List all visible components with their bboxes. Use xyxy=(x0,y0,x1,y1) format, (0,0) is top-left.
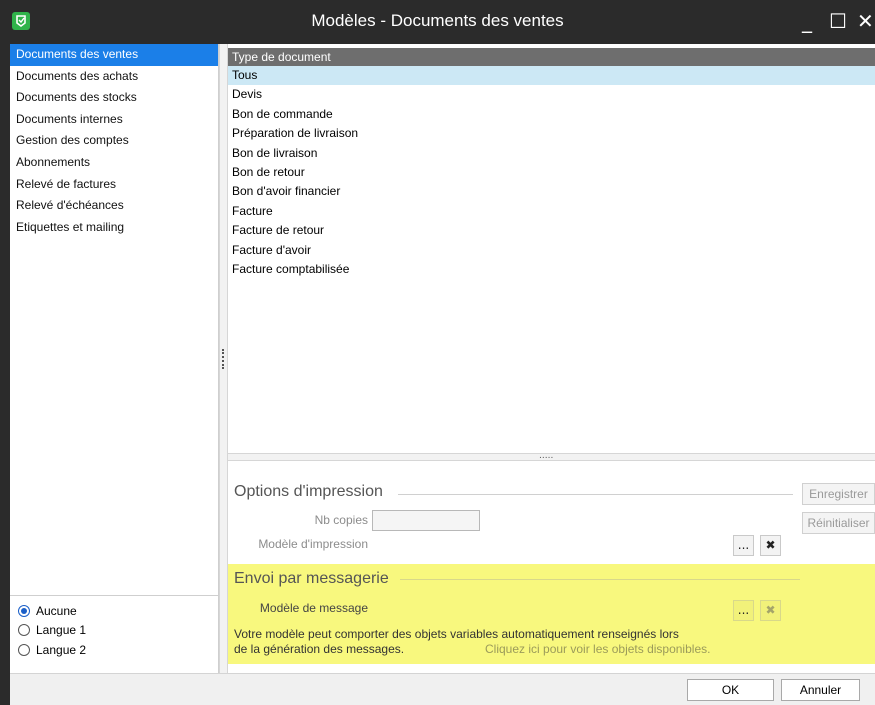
list-item-bon-avoir-financier[interactable]: Bon d'avoir financier xyxy=(228,182,875,201)
sidebar-item-releve-factures[interactable]: Relevé de factures xyxy=(10,174,218,196)
radio-option-langue-2[interactable]: Langue 2 xyxy=(10,640,219,660)
list-item-bon-retour[interactable]: Bon de retour xyxy=(228,163,875,182)
save-button[interactable]: Enregistrer xyxy=(802,483,875,505)
maximize-button[interactable]: ☐ xyxy=(829,8,847,34)
section-divider xyxy=(400,579,800,580)
window-title: Modèles - Documents des ventes xyxy=(311,11,564,30)
document-type-list: Type de document Tous Devis Bon de comma… xyxy=(228,48,875,453)
radio-label: Langue 2 xyxy=(36,642,87,657)
radio-option-langue-1[interactable]: Langue 1 xyxy=(10,621,219,641)
print-template-label: Modèle d'impression xyxy=(258,537,368,551)
list-item-facture-retour[interactable]: Facture de retour xyxy=(228,221,875,240)
minimize-button[interactable]: _ xyxy=(802,8,812,34)
sidebar-item-releve-echeances[interactable]: Relevé d'échéances xyxy=(10,195,218,217)
section-divider xyxy=(398,494,793,495)
sidebar-item-etiquettes-mailing[interactable]: Etiquettes et mailing xyxy=(10,217,218,239)
copies-input[interactable] xyxy=(372,510,480,531)
main-panel: Type de document Tous Devis Bon de comma… xyxy=(228,44,875,673)
list-item-tous[interactable]: Tous xyxy=(228,66,875,86)
window-border xyxy=(0,44,10,705)
available-objects-link[interactable]: Cliquez ici pour voir les objets disponi… xyxy=(485,642,710,657)
clear-message-template-icon[interactable]: ✖ xyxy=(760,600,781,621)
list-item-bon-commande[interactable]: Bon de commande xyxy=(228,105,875,124)
sidebar-item-documents-achats[interactable]: Documents des achats xyxy=(10,66,218,88)
sidebar-item-documents-internes[interactable]: Documents internes xyxy=(10,109,218,131)
list-item-devis[interactable]: Devis xyxy=(228,85,875,104)
browse-message-template-button[interactable]: ... xyxy=(733,600,754,621)
copies-label: Nb copies xyxy=(314,513,368,527)
cancel-button[interactable]: Annuler xyxy=(781,679,860,701)
sidebar-item-abonnements[interactable]: Abonnements xyxy=(10,152,218,174)
radio-unchecked-icon[interactable] xyxy=(18,643,30,656)
clear-print-template-icon[interactable]: ✖ xyxy=(760,535,781,556)
dialog-footer: OK Annuler xyxy=(10,673,875,705)
radio-checked-icon[interactable] xyxy=(18,604,30,617)
print-options-title: Options d'impression xyxy=(234,483,383,500)
column-header[interactable]: Type de document xyxy=(228,48,875,66)
category-sidebar: Documents des ventes Documents des achat… xyxy=(10,44,219,673)
splitter-grip-icon[interactable]: ..... xyxy=(539,451,553,461)
horizontal-splitter[interactable]: ..... xyxy=(228,451,875,461)
list-item-facture-avoir[interactable]: Facture d'avoir xyxy=(228,241,875,260)
email-section-title: Envoi par messagerie xyxy=(234,570,389,587)
close-button[interactable]: ✕ xyxy=(857,8,874,34)
vertical-splitter[interactable] xyxy=(219,44,228,673)
sidebar-item-documents-stocks[interactable]: Documents des stocks xyxy=(10,87,218,109)
browse-print-template-button[interactable]: ... xyxy=(733,535,754,556)
email-info-line-1: Votre modèle peut comporter des objets v… xyxy=(234,627,679,641)
list-item-preparation-livraison[interactable]: Préparation de livraison xyxy=(228,124,875,143)
splitter-grip-icon[interactable] xyxy=(222,349,225,369)
sidebar-item-documents-ventes[interactable]: Documents des ventes xyxy=(10,44,218,66)
list-item-facture-comptabilisee[interactable]: Facture comptabilisée xyxy=(228,260,875,279)
list-item-bon-livraison[interactable]: Bon de livraison xyxy=(228,144,875,163)
radio-unchecked-icon[interactable] xyxy=(18,624,30,637)
radio-option-aucune[interactable]: Aucune xyxy=(10,601,219,621)
reset-button[interactable]: Réinitialiser xyxy=(802,512,875,534)
ok-button[interactable]: OK xyxy=(687,679,774,701)
title-bar: Modèles - Documents des ventes _ ☐ ✕ xyxy=(0,0,875,44)
sidebar-item-gestion-comptes[interactable]: Gestion des comptes xyxy=(10,130,218,152)
language-radio-group: Aucune Langue 1 Langue 2 xyxy=(10,595,219,660)
radio-label: Aucune xyxy=(36,603,77,618)
list-item-facture[interactable]: Facture xyxy=(228,202,875,221)
radio-label: Langue 1 xyxy=(36,623,87,638)
message-template-label: Modèle de message xyxy=(259,601,368,615)
